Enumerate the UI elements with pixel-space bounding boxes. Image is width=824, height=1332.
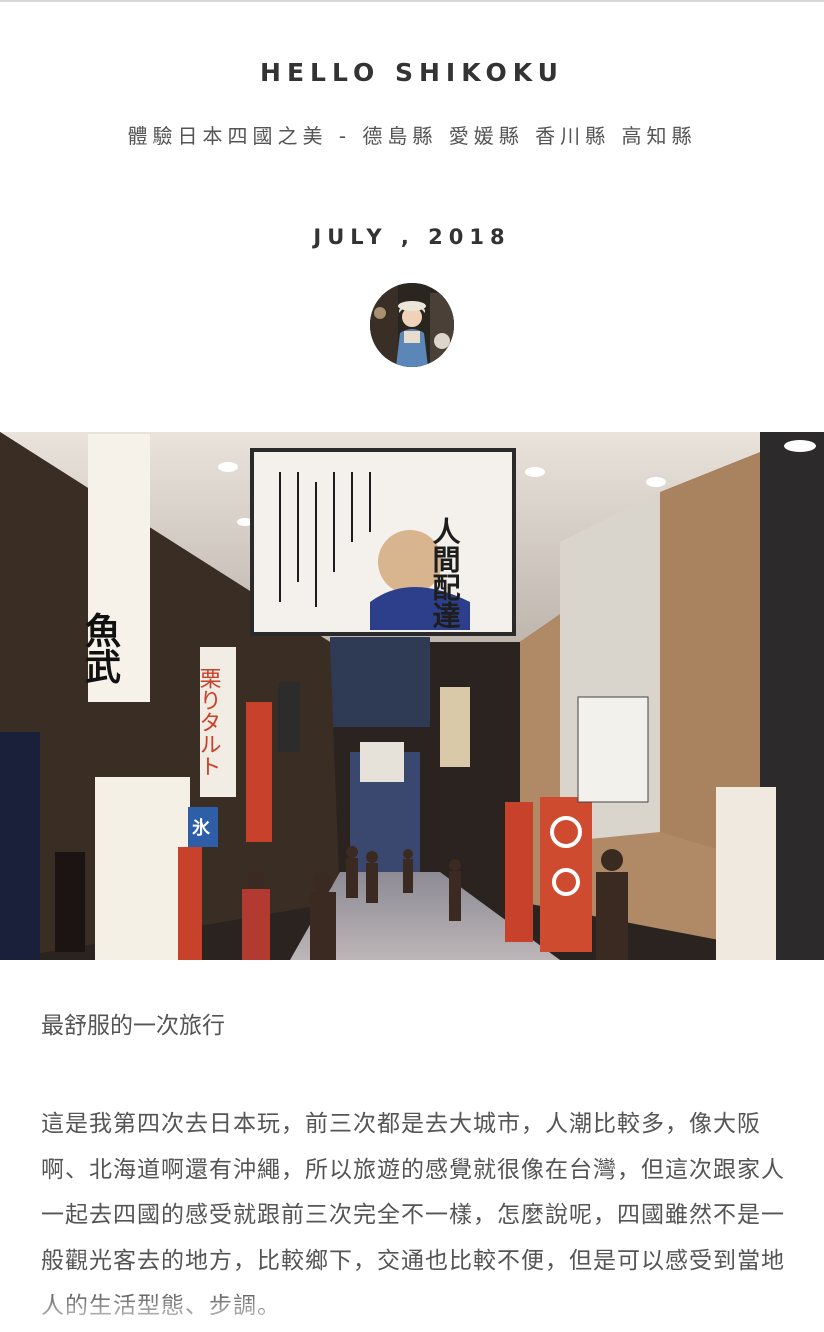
- left-sign-text: 魚武: [79, 612, 121, 684]
- post-paragraph: 這是我第四次去日本玩，前三次都是去大城市，人潮比較多，像大阪啊、北海道啊還有沖繩…: [41, 1111, 785, 1319]
- hero-photo[interactable]: 人間配達 魚武 栗りタルト 氷: [0, 432, 824, 960]
- site-subtitle: 體驗日本四國之美 - 德島縣 愛媛縣 香川縣 高知縣: [127, 124, 697, 148]
- post-lead: 最舒服的一次旅行: [41, 1013, 225, 1039]
- author-avatar[interactable]: [370, 283, 454, 367]
- site-title[interactable]: HELLO SHIKOKU: [0, 58, 824, 87]
- post-date: JULY , 2018: [313, 225, 511, 249]
- left-banner-text: 栗りタルト: [196, 667, 222, 777]
- avatar-image: [370, 283, 454, 367]
- banner-text: 人間配達: [429, 517, 462, 629]
- top-border: [0, 0, 824, 2]
- arcade-photo: 人間配達 魚武 栗りタルト 氷: [0, 432, 824, 960]
- ice-flag-text: 氷: [192, 817, 211, 839]
